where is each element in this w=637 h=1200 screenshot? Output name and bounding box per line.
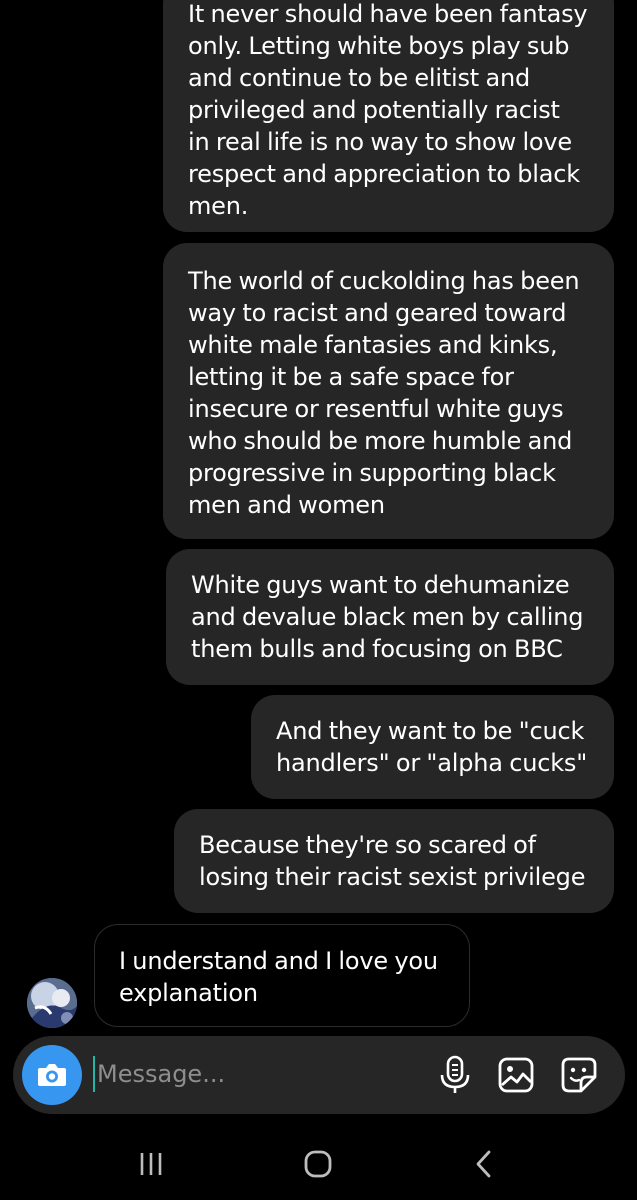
message-line: white male fantasies and kinks, xyxy=(188,331,558,359)
message-line: only. Letting white boys play sub xyxy=(188,32,570,60)
message-line: respect and appreciation to black xyxy=(188,160,580,188)
message-line: White guys want to dehumanize xyxy=(191,571,570,599)
recent-apps-icon xyxy=(140,1153,162,1175)
message-line: handlers" or "alpha cucks" xyxy=(276,749,588,777)
outgoing-message-bubble[interactable]: The world of cuckolding has been way to r… xyxy=(163,243,614,539)
incoming-message-bubble[interactable]: I understand and I love you explanation xyxy=(94,924,470,1027)
message-line: And they want to be "cuck xyxy=(276,717,585,745)
message-line: way to racist and geared toward xyxy=(188,299,567,327)
message-input[interactable] xyxy=(97,1054,417,1094)
message-line: them bulls and focusing on BBC xyxy=(191,635,563,663)
camera-icon xyxy=(38,1064,66,1086)
message-line: men. xyxy=(188,192,249,220)
message-line: I understand and I love you xyxy=(119,947,438,975)
microphone-button[interactable] xyxy=(437,1055,473,1099)
back-icon xyxy=(476,1150,491,1178)
gallery-button[interactable] xyxy=(497,1055,535,1099)
outgoing-message-bubble[interactable]: And they want to be "cuck handlers" or "a… xyxy=(251,695,614,799)
message-text: I understand and I love you explanation xyxy=(119,945,438,1009)
message-line: progressive in supporting black xyxy=(188,459,556,487)
message-line: losing their racist sexist privilege xyxy=(199,863,586,891)
home-icon xyxy=(304,1150,332,1178)
camera-button[interactable] xyxy=(22,1045,82,1105)
message-line: letting it be a safe space for xyxy=(188,363,514,391)
message-text: The world of cuckolding has been way to r… xyxy=(188,265,580,521)
message-line: privileged and potentially racist xyxy=(188,96,560,124)
message-line: and continue to be elitist and xyxy=(188,64,530,92)
avatar[interactable] xyxy=(27,978,77,1028)
home-button[interactable] xyxy=(302,1149,334,1183)
back-button[interactable] xyxy=(472,1148,496,1184)
sticker-button[interactable] xyxy=(559,1055,599,1099)
sticker-icon xyxy=(561,1057,597,1093)
message-line: men and women xyxy=(188,491,385,519)
message-line: in real life is no way to show love xyxy=(188,128,572,156)
message-line: explanation xyxy=(119,979,258,1007)
message-line: who should be more humble and xyxy=(188,427,573,455)
gallery-icon xyxy=(498,1057,534,1093)
message-line: The world of cuckolding has been xyxy=(188,267,580,295)
message-text: White guys want to dehumanize and devalue… xyxy=(191,569,584,665)
message-text: And they want to be "cuck handlers" or "a… xyxy=(276,715,587,779)
message-line: insecure or resentful white guys xyxy=(188,395,564,423)
outgoing-message-bubble[interactable]: Because they're so scared of losing their… xyxy=(174,809,614,913)
message-line: and devalue black men by calling xyxy=(191,603,584,631)
message-text: It never should have been fantasy only. L… xyxy=(188,0,588,222)
message-composer xyxy=(13,1036,625,1114)
avatar-image xyxy=(27,978,77,1028)
outgoing-message-bubble[interactable]: It never should have been fantasy only. L… xyxy=(163,0,614,232)
recent-apps-button[interactable] xyxy=(137,1150,167,1182)
message-text: Because they're so scared of losing their… xyxy=(199,829,585,893)
text-cursor xyxy=(93,1056,95,1092)
outgoing-message-bubble[interactable]: White guys want to dehumanize and devalue… xyxy=(166,549,614,685)
message-line: It never should have been fantasy xyxy=(188,0,588,28)
message-line: Because they're so scared of xyxy=(199,831,536,859)
microphone-icon xyxy=(440,1055,470,1093)
